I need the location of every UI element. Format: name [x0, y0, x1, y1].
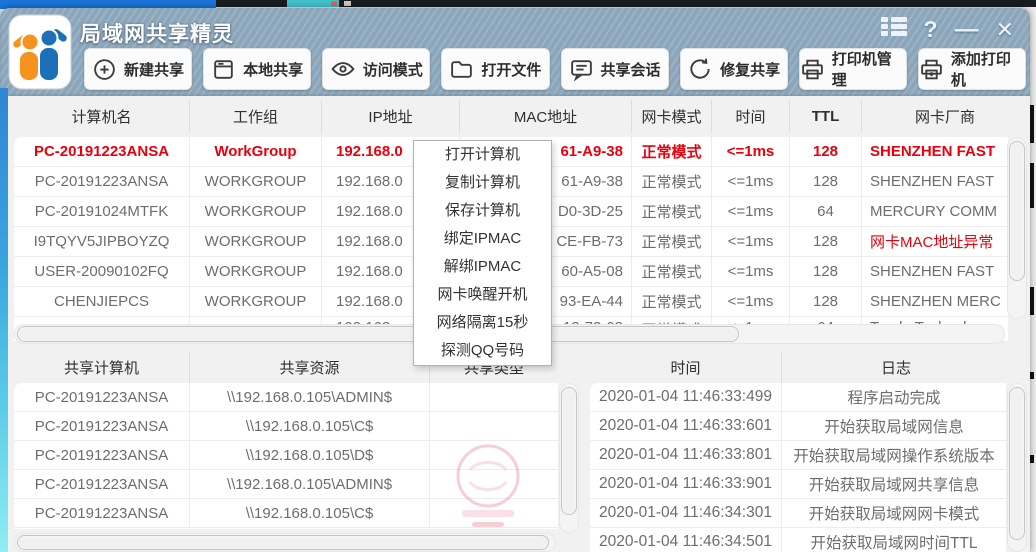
column-header-nic-mode[interactable]: 网卡模式 — [632, 100, 712, 133]
background-dot — [331, 1, 337, 6]
column-header-ip[interactable]: IP地址 — [322, 100, 460, 133]
shares-vscrollbar-thumb[interactable] — [561, 387, 577, 515]
window-controls: ? — ✕ — [881, 16, 1015, 43]
screen: 局域网共享精灵 ? — ✕ — [0, 0, 1036, 552]
column-header-ttl[interactable]: TTL — [790, 100, 862, 133]
log-table-header: 时间 日志 — [590, 352, 1010, 383]
watermark-stamp — [432, 426, 544, 538]
close-icon[interactable]: ✕ — [996, 17, 1014, 43]
menu-item-copy-computer[interactable]: 复制计算机 — [414, 169, 551, 197]
column-header-time[interactable]: 时间 — [712, 100, 790, 133]
menu-item-isolate-15s[interactable]: 网络隔离15秒 — [414, 309, 551, 337]
refresh-icon — [687, 56, 713, 82]
column-header-mac[interactable]: MAC地址 — [460, 100, 632, 133]
column-header-log-message[interactable]: 日志 — [782, 352, 1010, 383]
toolbar: 新建共享 本地共享 访问模式 — [84, 48, 1026, 90]
menu-item-open-computer[interactable]: 打开计算机 — [414, 141, 551, 169]
column-header-workgroup[interactable]: 工作组 — [190, 100, 322, 133]
folder-icon — [449, 57, 474, 82]
log-row[interactable]: 2020-01-04 11:46:33:499 程序启动完成 — [590, 383, 1006, 412]
column-header-vendor[interactable]: 网卡厂商 — [862, 100, 1028, 133]
log-vscrollbar-thumb[interactable] — [1009, 387, 1025, 540]
app-window: 局域网共享精灵 ? — ✕ — [0, 8, 1030, 552]
log-row[interactable]: 2020-01-04 11:46:33:801 开始获取局域网操作系统版本 — [590, 441, 1006, 470]
titlebar: 局域网共享精灵 ? — ✕ — [0, 8, 1030, 96]
log-table: 2020-01-04 11:46:33:499 程序启动完成 2020-01-0… — [590, 383, 1006, 552]
chat-icon — [569, 57, 594, 82]
minimize-icon[interactable]: — — [955, 21, 979, 39]
eye-icon — [330, 56, 356, 82]
new-share-button[interactable]: 新建共享 — [84, 48, 192, 90]
background-strip-dark — [216, 0, 1036, 7]
log-row-partial[interactable]: 2020-01-04 11:46:34:501 开始获取局域网时间TTL — [590, 528, 1006, 552]
help-icon[interactable]: ? — [924, 16, 938, 43]
background-dot — [344, 1, 351, 6]
computers-table-header: 计算机名 工作组 IP地址 MAC地址 网卡模式 时间 TTL 网卡厂商 — [14, 100, 1028, 133]
log-row[interactable]: 2020-01-04 11:46:33:901 开始获取局域网共享信息 — [590, 470, 1006, 499]
menu-item-unbind-ipmac[interactable]: 解绑IPMAC — [414, 253, 551, 281]
printer-manage-button[interactable]: 打印机管理 — [799, 48, 907, 90]
column-header-share-computer[interactable]: 共享计算机 — [14, 352, 190, 383]
window-title: 局域网共享精灵 — [80, 18, 234, 48]
open-file-button[interactable]: 打开文件 — [441, 48, 549, 90]
log-row[interactable]: 2020-01-04 11:46:34:301 开始获取局域网网卡模式 — [590, 499, 1006, 528]
share-row[interactable]: PC-20191223ANSA \\192.168.0.105\ADMIN$ — [14, 383, 558, 412]
plus-circle-icon — [92, 57, 117, 82]
menu-item-detect-qq[interactable]: 探测QQ号码 — [414, 337, 551, 365]
share-session-button[interactable]: 共享会话 — [561, 48, 669, 90]
local-share-icon — [211, 57, 236, 82]
menu-item-bind-ipmac[interactable]: 绑定IPMAC — [414, 225, 551, 253]
column-header-computer-name[interactable]: 计算机名 — [14, 100, 190, 133]
context-menu: 打开计算机 复制计算机 保存计算机 绑定IPMAC 解绑IPMAC 网卡唤醒开机… — [413, 140, 552, 366]
computers-vscrollbar-thumb[interactable] — [1009, 141, 1025, 281]
add-printer-button[interactable]: 添加打印机 — [918, 48, 1026, 90]
printer-plus-icon — [919, 57, 944, 82]
app-logo-icon — [8, 14, 72, 90]
window-left-accent — [0, 88, 8, 552]
local-share-button[interactable]: 本地共享 — [203, 48, 311, 90]
log-row[interactable]: 2020-01-04 11:46:33:601 开始获取局域网信息 — [590, 412, 1006, 441]
menu-item-wake-on-lan[interactable]: 网卡唤醒开机 — [414, 281, 551, 309]
printer-icon — [800, 57, 825, 82]
menu-item-save-computer[interactable]: 保存计算机 — [414, 197, 551, 225]
access-mode-button[interactable]: 访问模式 — [322, 48, 430, 90]
column-header-log-time[interactable]: 时间 — [590, 352, 782, 383]
computers-hscrollbar-thumb[interactable] — [17, 326, 739, 342]
column-header-share-resource[interactable]: 共享资源 — [190, 352, 430, 383]
vendor-alert-text: 网卡MAC地址异常 — [862, 227, 1008, 256]
repair-share-button[interactable]: 修复共享 — [680, 48, 788, 90]
view-list-icon[interactable] — [881, 17, 907, 42]
